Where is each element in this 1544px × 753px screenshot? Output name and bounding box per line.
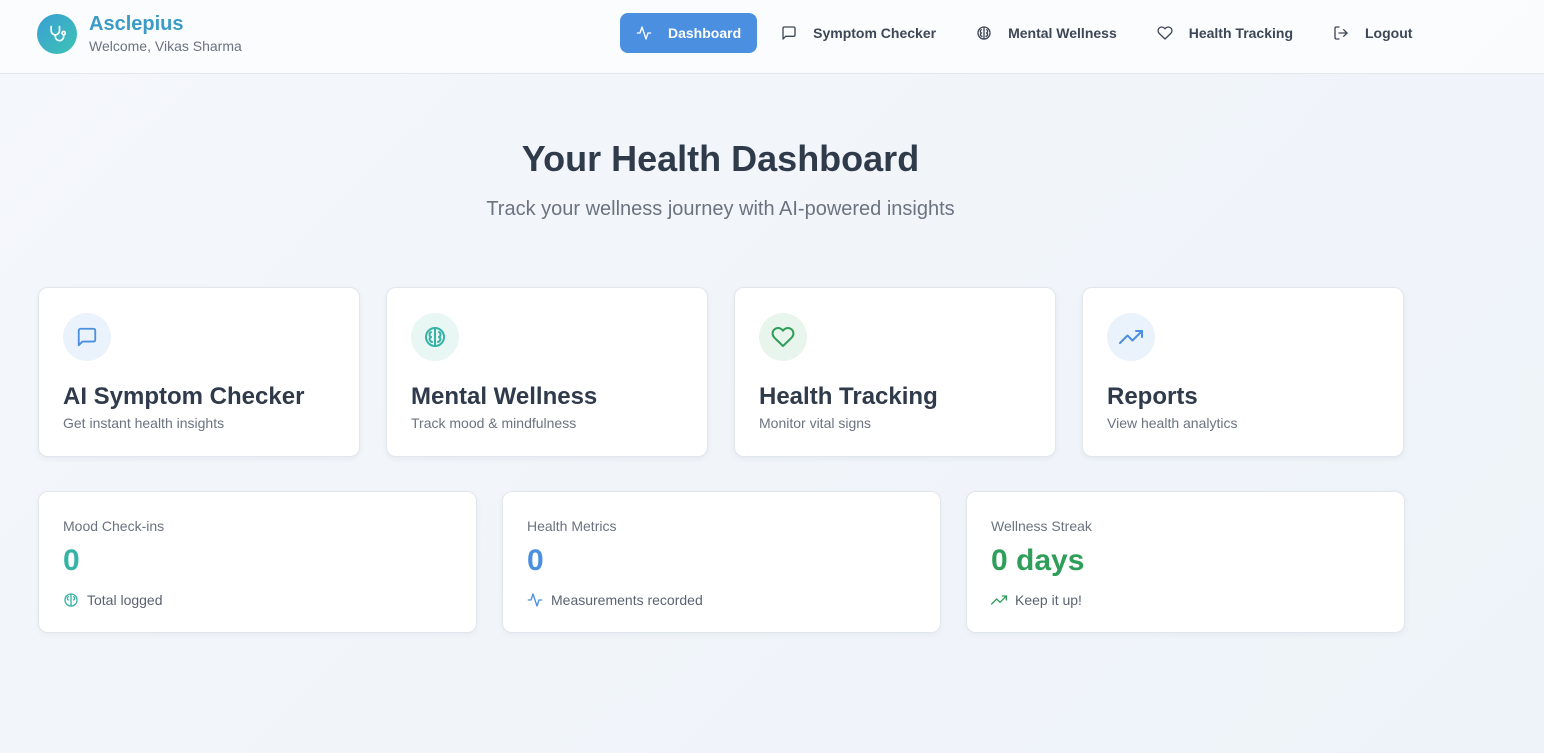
stat-wellness-streak: Wellness Streak 0 days Keep it up! <box>966 491 1405 633</box>
card-health-tracking[interactable]: Health Tracking Monitor vital signs <box>734 287 1056 457</box>
brain-icon <box>976 25 992 41</box>
card-desc: View health analytics <box>1107 415 1238 431</box>
heart-icon <box>1157 25 1173 41</box>
nav-dashboard[interactable]: Dashboard <box>620 13 758 53</box>
stat-mood-checkins: Mood Check-ins 0 Total logged <box>38 491 477 633</box>
stat-label: Mood Check-ins <box>63 518 165 534</box>
stat-label: Wellness Streak <box>991 518 1092 534</box>
card-title: Health Tracking <box>759 383 938 410</box>
message-square-icon <box>63 313 111 361</box>
stat-note: Total logged <box>63 592 163 608</box>
nav-symptom-checker[interactable]: Symptom Checker <box>765 13 952 53</box>
card-desc: Track mood & mindfulness <box>411 415 577 431</box>
logout-icon <box>1333 25 1349 41</box>
activity-icon <box>527 592 543 608</box>
brand[interactable]: Asclepius Welcome, Vikas Sharma <box>37 13 242 54</box>
page-title: Your Health Dashboard <box>521 138 920 179</box>
card-reports[interactable]: Reports View health analytics <box>1082 287 1404 457</box>
message-square-icon <box>781 25 797 41</box>
nav-logout[interactable]: Logout <box>1317 13 1428 53</box>
stat-value: 0 days <box>991 544 1085 577</box>
stat-note: Measurements recorded <box>527 592 703 608</box>
stat-label: Health Metrics <box>527 518 617 534</box>
page-subtitle: Track your wellness journey with AI-powe… <box>486 198 955 220</box>
nav-mental-wellness-label: Mental Wellness <box>1008 25 1117 41</box>
card-title: AI Symptom Checker <box>63 383 305 410</box>
app-name: Asclepius <box>89 13 184 35</box>
card-desc: Get instant health insights <box>63 415 225 431</box>
brain-icon <box>411 313 459 361</box>
main-nav: Dashboard Symptom Checker Mental Wellnes… <box>620 13 1436 53</box>
heart-icon <box>759 313 807 361</box>
stat-note: Keep it up! <box>991 592 1082 608</box>
nav-health-tracking[interactable]: Health Tracking <box>1141 13 1309 53</box>
activity-icon <box>636 25 652 41</box>
stat-note-text: Total logged <box>87 592 163 608</box>
card-title: Mental Wellness <box>411 383 598 410</box>
brain-icon <box>63 592 79 608</box>
stethoscope-icon <box>37 13 77 54</box>
trending-up-icon <box>1107 313 1155 361</box>
card-desc: Monitor vital signs <box>759 415 872 431</box>
stat-health-metrics: Health Metrics 0 Measurements recorded <box>502 491 941 633</box>
card-symptom-checker[interactable]: AI Symptom Checker Get instant health in… <box>38 287 360 457</box>
card-mental-wellness[interactable]: Mental Wellness Track mood & mindfulness <box>386 287 708 457</box>
nav-logout-label: Logout <box>1365 25 1413 41</box>
nav-symptom-checker-label: Symptom Checker <box>813 25 937 41</box>
nav-health-tracking-label: Health Tracking <box>1188 25 1293 41</box>
trending-up-icon <box>991 592 1007 608</box>
stat-value: 0 <box>63 544 80 577</box>
stat-value: 0 <box>527 544 544 577</box>
app-header: Asclepius Welcome, Vikas Sharma Dashboar… <box>0 0 1544 74</box>
welcome-text: Welcome, Vikas Sharma <box>89 38 242 54</box>
card-title: Reports <box>1107 383 1198 410</box>
nav-dashboard-label: Dashboard <box>668 25 742 41</box>
nav-mental-wellness[interactable]: Mental Wellness <box>960 13 1133 53</box>
stat-note-text: Measurements recorded <box>551 592 703 608</box>
stat-note-text: Keep it up! <box>1015 592 1082 608</box>
